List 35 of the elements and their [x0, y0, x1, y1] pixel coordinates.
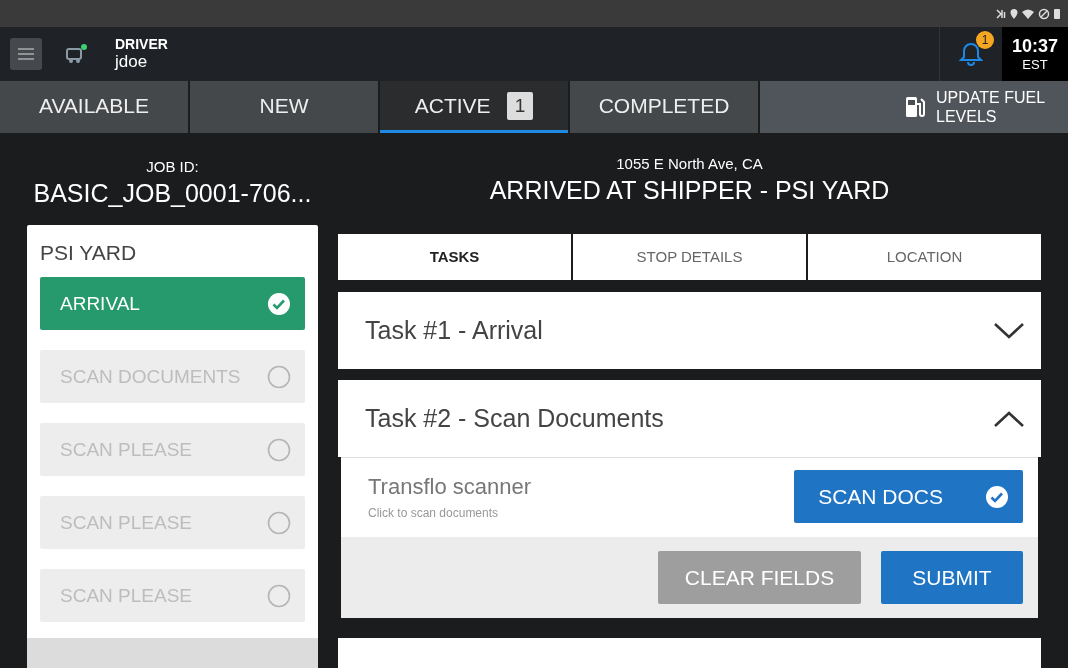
- fuel-pump-icon: [904, 95, 926, 119]
- detail-tab[interactable]: LOCATION: [808, 233, 1041, 280]
- clock-time: 10:37: [1011, 36, 1058, 57]
- notification-badge: 1: [976, 31, 994, 49]
- step-item[interactable]: ARRIVAL: [40, 277, 305, 330]
- wifi-icon: [1022, 8, 1034, 19]
- battery-icon: [1054, 8, 1060, 19]
- task-header[interactable]: Task #2 - Scan Documents: [338, 380, 1041, 457]
- detail-tab[interactable]: TASKS: [338, 233, 571, 280]
- notifications-button[interactable]: [959, 41, 983, 67]
- job-tab[interactable]: COMPLETED: [570, 81, 758, 133]
- field-title: Transflo scanner: [368, 473, 532, 500]
- tab-count-badge: 1: [506, 91, 534, 120]
- job-tab[interactable]: ACTIVE 1: [380, 81, 568, 133]
- job-id: BASIC_JOB_0001-706...: [33, 179, 312, 208]
- menu-button[interactable]: [10, 38, 42, 70]
- field-hint: Click to scan documents: [368, 505, 500, 520]
- scan-docs-button[interactable]: SCAN DOCS: [794, 470, 1023, 523]
- timezone: EST: [1022, 57, 1048, 72]
- user-role: DRIVER: [115, 36, 168, 52]
- update-fuel-button[interactable]: UPDATE FUEL LEVELS: [760, 81, 1068, 133]
- job-id-label: JOB ID:: [146, 158, 199, 175]
- stop-address: 1055 E North Ave, CA: [616, 154, 763, 172]
- muted-signal-icon: [996, 7, 1006, 20]
- stop-name: PSI YARD: [40, 241, 138, 265]
- task-header[interactable]: Task #1 - Arrival: [338, 292, 1041, 369]
- menu-icon: [18, 48, 34, 60]
- job-tab[interactable]: NEW: [190, 81, 378, 133]
- job-tab[interactable]: AVAILABLE: [0, 81, 188, 133]
- username: jdoe: [115, 52, 149, 72]
- submit-button[interactable]: SUBMIT: [881, 551, 1023, 604]
- location-pin-icon: [1010, 7, 1018, 20]
- detail-tab[interactable]: STOP DETAILS: [573, 233, 806, 280]
- do-not-disturb-icon: [1038, 7, 1050, 20]
- stop-status: ARRIVED AT SHIPPER - PSI YARD: [489, 175, 890, 205]
